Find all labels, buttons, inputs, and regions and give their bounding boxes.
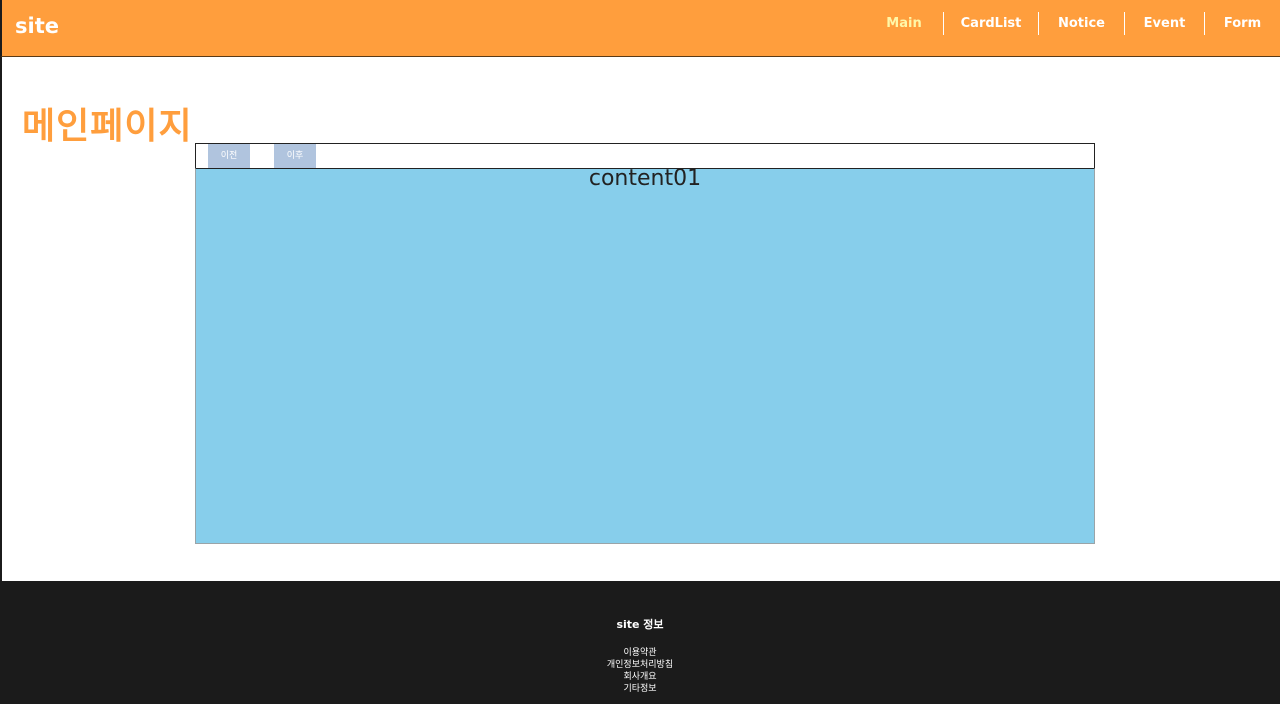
slide-panel: content01 <box>195 166 1095 544</box>
site-footer: site 정보 이용약관 개인정보처리방침 회사개요 기타정보 <box>0 581 1280 704</box>
next-button[interactable]: 이후 <box>274 144 316 168</box>
nav-item-form[interactable]: Form <box>1204 12 1280 35</box>
footer-link-privacy[interactable]: 개인정보처리방침 <box>0 659 1280 671</box>
main-content: 메인페이지 이전 이후 content01 <box>0 57 1280 581</box>
nav-item-main[interactable]: Main <box>875 12 933 35</box>
site-header: site Main CardList Notice Event Form <box>0 0 1280 57</box>
content-slider: 이전 이후 content01 <box>195 143 1095 544</box>
prev-button[interactable]: 이전 <box>208 144 250 168</box>
slide-label: content01 <box>588 166 702 191</box>
footer-link-other[interactable]: 기타정보 <box>0 683 1280 695</box>
nav-item-cardlist[interactable]: CardList <box>943 12 1038 35</box>
footer-link-terms[interactable]: 이용약관 <box>0 647 1280 659</box>
footer-links: 이용약관 개인정보처리방침 회사개요 기타정보 <box>0 647 1280 695</box>
page-title: 메인페이지 <box>22 106 193 147</box>
footer-link-company[interactable]: 회사개요 <box>0 671 1280 683</box>
main-nav: Main CardList Notice Event Form <box>875 12 1280 35</box>
site-logo[interactable]: site <box>15 14 59 38</box>
page: site Main CardList Notice Event Form 메인페… <box>0 0 1280 704</box>
footer-title: site 정보 <box>616 618 664 631</box>
nav-item-notice[interactable]: Notice <box>1038 12 1124 35</box>
nav-item-event[interactable]: Event <box>1124 12 1204 35</box>
